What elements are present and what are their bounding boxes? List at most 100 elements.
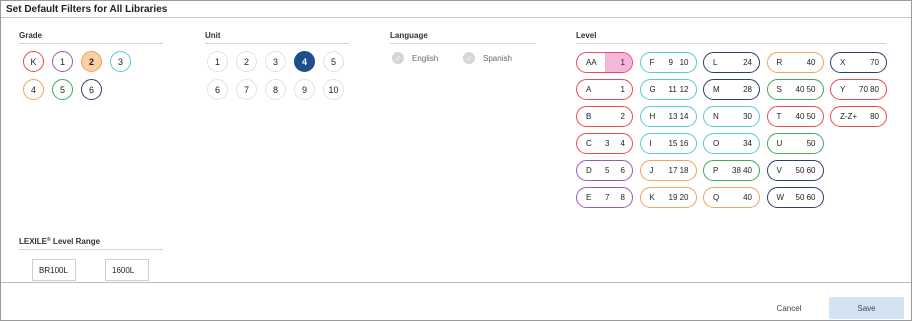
language-option-english[interactable]: ✓ English — [392, 52, 438, 64]
level-option-e[interactable]: E 7 8 — [576, 187, 633, 208]
level-letter-label: X — [840, 58, 846, 67]
dialog-title: Set Default Filters for All Libraries — [6, 4, 168, 15]
unit-option-6[interactable]: 6 — [207, 79, 228, 100]
level-heading-label: Level — [576, 31, 597, 40]
level-max-label: 34 — [743, 139, 752, 148]
level-min-label: 9 — [668, 58, 673, 67]
unit-option-3[interactable]: 3 — [265, 51, 286, 72]
level-max-label: 2 — [620, 112, 625, 121]
level-option-q[interactable]: Q 40 — [703, 187, 760, 208]
level-min-label: 11 — [668, 85, 677, 94]
lexile-heading: LEXILE® Level Range — [19, 237, 163, 250]
save-button[interactable]: Save — [829, 297, 904, 319]
lexile-min-input[interactable] — [32, 259, 76, 281]
level-max-label: 40 — [743, 193, 752, 202]
level-max-label: 12 — [679, 85, 689, 94]
level-option-s[interactable]: S 40 50 — [766, 79, 824, 100]
level-min-label: 50 — [795, 193, 805, 202]
level-option-p[interactable]: P 38 40 — [703, 160, 760, 181]
level-letter-label: W — [776, 193, 785, 202]
grade-heading: Grade — [19, 31, 163, 44]
level-option-y[interactable]: Y 70 80 — [830, 79, 887, 100]
unit-option-8[interactable]: 8 — [265, 79, 286, 100]
unit-option-2[interactable]: 2 — [236, 51, 257, 72]
unit-option-10[interactable]: 10 — [323, 79, 344, 100]
unit-option-9[interactable]: 9 — [294, 79, 315, 100]
level-letter-label: N — [713, 112, 719, 121]
level-letter-label: M — [713, 85, 720, 94]
level-option-j[interactable]: J 17 18 — [639, 160, 697, 181]
level-letter-label: E — [586, 193, 592, 202]
check-icon: ✓ — [463, 52, 475, 64]
level-max-label: 20 — [679, 193, 689, 202]
lexile-heading-label: Level Range — [50, 237, 101, 246]
level-option-z-z-[interactable]: Z-Z+ 80 — [830, 106, 887, 127]
level-max-label: 50 — [806, 139, 816, 148]
level-option-t[interactable]: T 40 50 — [766, 106, 824, 127]
level-option-v[interactable]: V 50 60 — [766, 160, 824, 181]
level-option-i[interactable]: I 15 16 — [639, 133, 697, 154]
level-option-u[interactable]: U 50 — [766, 133, 824, 154]
level-option-x[interactable]: X 70 — [830, 52, 887, 73]
level-option-h[interactable]: H 13 14 — [639, 106, 697, 127]
unit-option-1[interactable]: 1 — [207, 51, 228, 72]
level-option-g[interactable]: G 11 12 — [639, 79, 697, 100]
level-option-r[interactable]: R 40 — [766, 52, 824, 73]
level-min-label: 19 — [668, 193, 678, 202]
unit-heading: Unit — [205, 31, 349, 44]
level-max-label: 70 — [870, 58, 879, 67]
dialog-titlebar: Set Default Filters for All Libraries — [1, 1, 911, 18]
level-min-label: 5 — [605, 166, 610, 175]
level-option-w[interactable]: W 50 60 — [766, 187, 824, 208]
level-option-aa[interactable]: AA 1 — [576, 52, 633, 73]
level-option-b[interactable]: B2 — [576, 106, 633, 127]
unit-option-5[interactable]: 5 — [323, 51, 344, 72]
level-max-label: 80 — [870, 112, 879, 121]
level-min-label: 40 — [795, 85, 805, 94]
unit-option-7[interactable]: 7 — [236, 79, 257, 100]
grade-heading-label: Grade — [19, 31, 43, 40]
cancel-button[interactable]: Cancel — [761, 298, 817, 318]
level-option-n[interactable]: N 30 — [703, 106, 760, 127]
level-min-label: 38 — [732, 166, 741, 175]
level-letter-label: O — [713, 139, 720, 148]
level-min-label: 3 — [605, 139, 610, 148]
level-max-label: 18 — [679, 166, 689, 175]
level-min-label: 40 — [795, 112, 805, 121]
level-letter-label: R — [776, 58, 783, 67]
unit-option-4[interactable]: 4 — [294, 51, 315, 72]
level-letter-label: U — [776, 139, 783, 148]
grade-option-5[interactable]: 5 — [52, 79, 73, 100]
level-option-f[interactable]: F 9 10 — [639, 52, 697, 73]
level-max-label: 6 — [620, 166, 625, 175]
level-option-d[interactable]: D 5 6 — [576, 160, 633, 181]
level-letter-label: Q — [713, 193, 720, 202]
level-max-label: 60 — [806, 193, 816, 202]
level-letter-label: G — [649, 85, 656, 94]
language-option-spanish[interactable]: ✓ Spanish — [463, 52, 512, 64]
level-letter-label: B — [586, 112, 592, 121]
level-option-o[interactable]: O 34 — [703, 133, 760, 154]
level-max-label: 10 — [679, 58, 689, 67]
level-option-c[interactable]: C 3 4 — [576, 133, 633, 154]
level-letter-label: A — [586, 85, 592, 94]
grade-option-6[interactable]: 6 — [81, 79, 102, 100]
level-min-label: 70 — [859, 85, 868, 94]
grade-option-k[interactable]: K — [23, 51, 44, 72]
lexile-max-input[interactable] — [105, 259, 149, 281]
level-max-label: 50 — [806, 112, 816, 121]
level-letter-label: T — [776, 112, 782, 121]
grade-option-3[interactable]: 3 — [110, 51, 131, 72]
level-option-l[interactable]: L 24 — [703, 52, 760, 73]
level-min-label: 7 — [605, 193, 610, 202]
level-option-k[interactable]: K 19 20 — [639, 187, 697, 208]
level-option-a[interactable]: A1 — [576, 79, 633, 100]
level-min-label: 15 — [668, 139, 678, 148]
grade-option-2[interactable]: 2 — [81, 51, 102, 72]
level-option-m[interactable]: M 28 — [703, 79, 760, 100]
grade-option-4[interactable]: 4 — [23, 79, 44, 100]
level-max-label: 60 — [806, 166, 816, 175]
level-min-label: 13 — [668, 112, 678, 121]
level-max-label: 50 — [806, 85, 816, 94]
grade-option-1[interactable]: 1 — [52, 51, 73, 72]
